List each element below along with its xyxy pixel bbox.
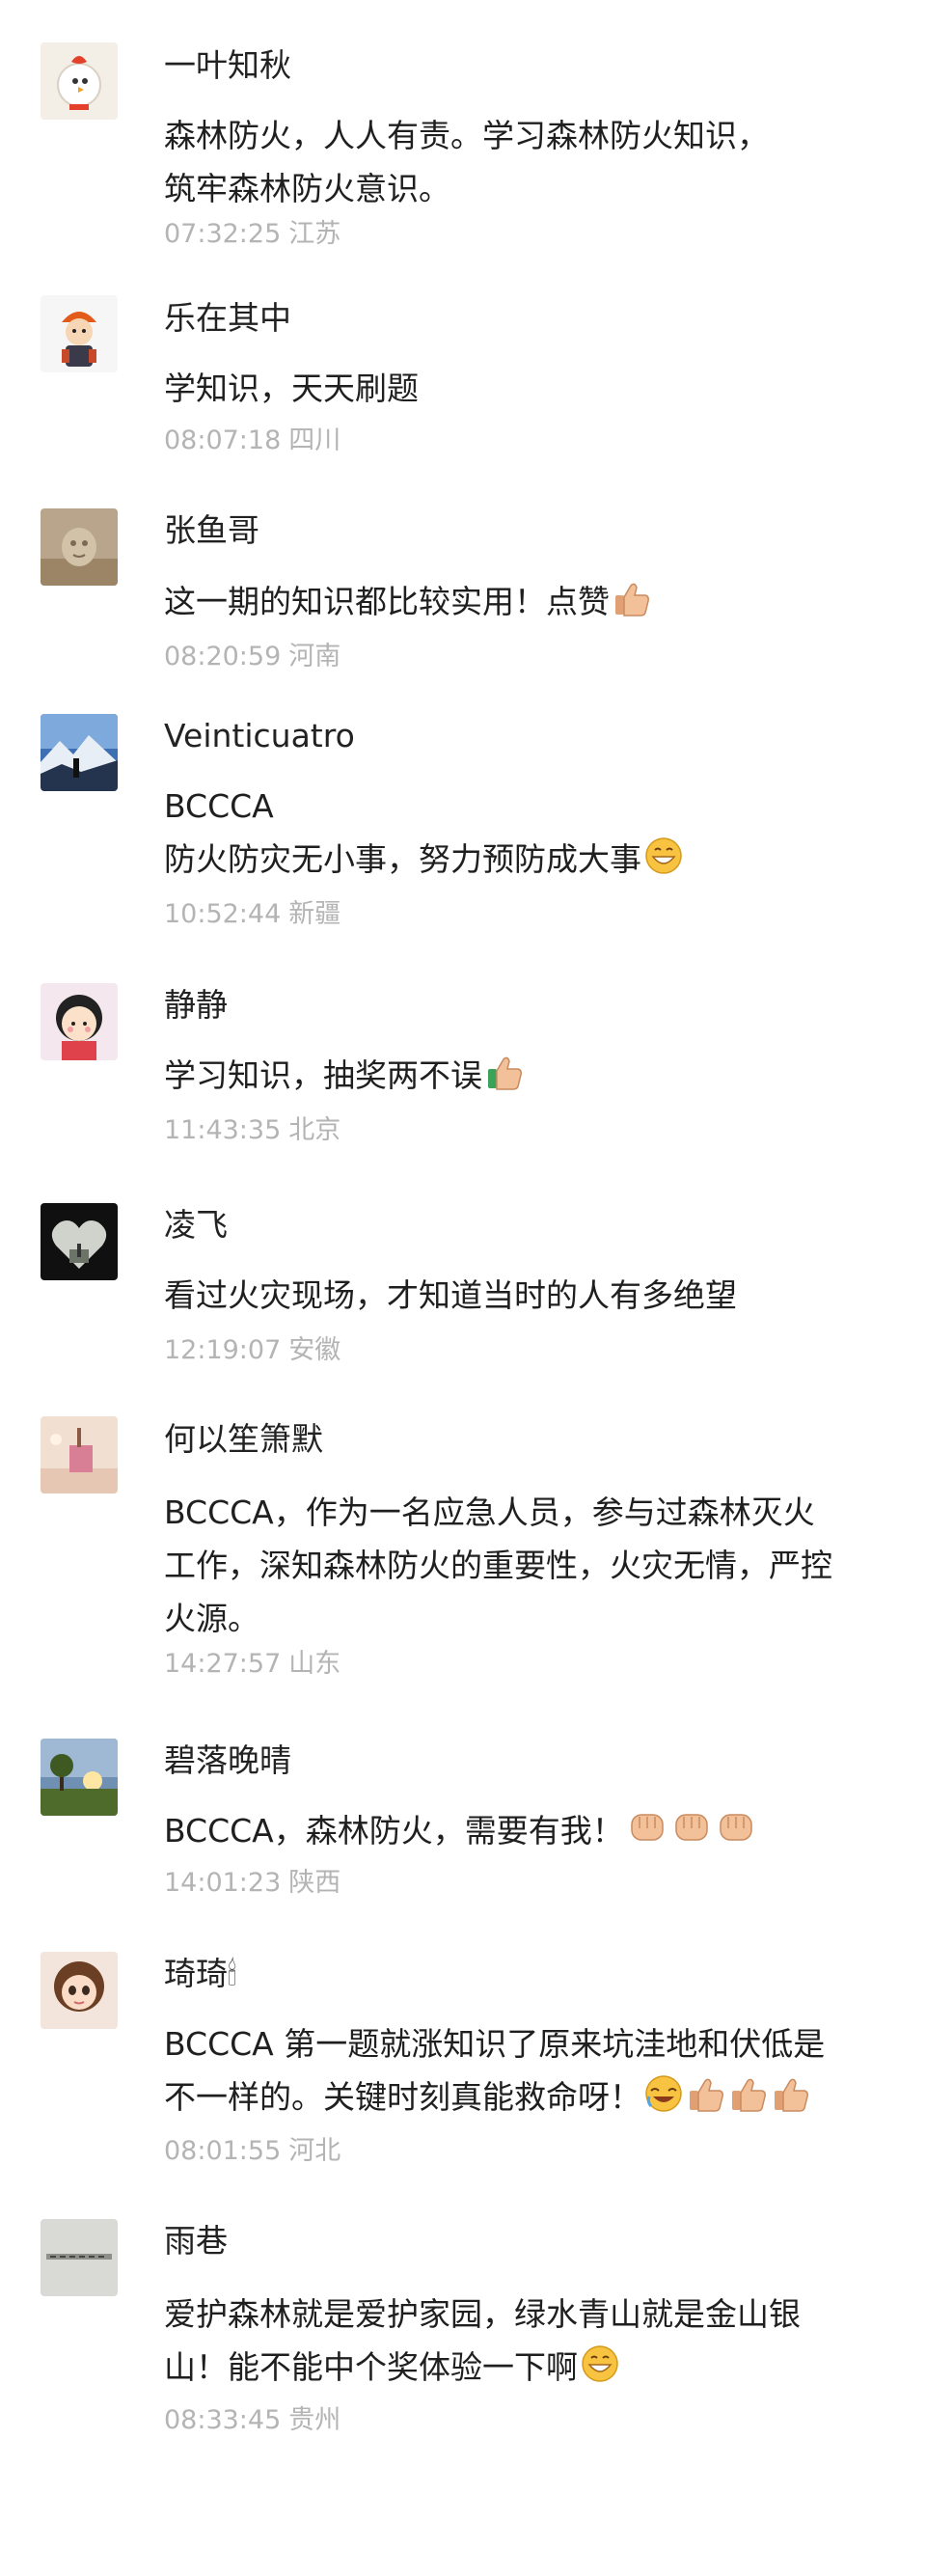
comment-meta: 07:32:25 江苏 [164,218,340,251]
comment-text: BCCCA 第一题就涨知识了原来坑洼地和伏低是 不一样的。关键时刻真能救命呀！ [164,2017,897,2124]
comment-text: 学习知识，抽奖两不误 [164,1049,897,1102]
comment-location: 山东 [288,1649,341,1679]
comment-text-line: 森林防火，人人有责。学习森林防火知识， [164,117,769,154]
user-name[interactable]: 张鱼哥 [164,511,259,550]
grin-emoji-icon [643,836,684,876]
user-name[interactable]: 琦琦🕯 [164,1955,236,1993]
comment-time: 08:33:45 [164,2405,282,2435]
user-name[interactable]: Veinticuatro [164,717,355,755]
comment-text-line: 山！能不能中个奖体验一下啊 [164,2341,897,2394]
comment-text-line: BCCCA [164,787,274,825]
cartoon-character-avatar[interactable] [41,295,118,372]
user-name[interactable]: 一叶知秋 [164,46,291,85]
girl-cartoon-avatar[interactable] [41,983,118,1060]
comment-text-line-text: 学习知识，抽奖两不误 [164,1056,482,1094]
comment-location: 贵州 [288,2405,341,2435]
comment-meta: 11:43:35 北京 [164,1114,340,1147]
comment-location: 新疆 [288,899,341,929]
comment-meta: 08:20:59 河南 [164,641,340,673]
comment-text-line: 筑牢森林防火意识。 [164,170,450,207]
comment-time: 14:01:23 [164,1868,282,1898]
fist-icon [715,1807,757,1848]
comment-text-line-text: BCCCA，森林防火，需要有我！ [164,1812,624,1850]
comment-time: 12:19:07 [164,1335,282,1365]
comment-list: 一叶知秋 森林防火，人人有责。学习森林防火知识， 筑牢森林防火意识。 07:32… [0,0,926,2576]
grin-emoji-icon [580,2343,620,2384]
comment-text-line-text: 这一期的知识都比较实用！点赞 [164,583,610,620]
comment-text-line-text: 山！能不能中个奖体验一下啊 [164,2348,578,2386]
mountain-sky-avatar[interactable] [41,714,118,791]
comment-text: BCCCA，森林防火，需要有我！ [164,1804,897,1857]
comment-text: BCCCA 防火防灾无小事，努力预防成大事 [164,780,897,886]
thumbs-up-icon [612,578,652,618]
rolling-laugh-icon [643,2073,684,2114]
sunset-tree-avatar[interactable] [41,1739,118,1816]
thumbs-up-icon [771,2073,811,2114]
comment-text: 学知识，天天刷题 [164,362,897,415]
thumbs-up-icon [728,2073,769,2114]
sand-sculpture-avatar[interactable] [41,508,118,586]
comment-text-line: 工作，深知森林防火的重要性，火灾无情，严控 [164,1547,832,1584]
comment-meta: 14:27:57 山东 [164,1648,340,1681]
comment-meta: 10:52:44 新疆 [164,898,340,931]
comment-meta: 14:01:23 陕西 [164,1867,340,1900]
comment-location: 河北 [288,2136,341,2166]
comment-time: 08:01:55 [164,2136,282,2166]
comment-time: 07:32:25 [164,219,282,249]
comment-meta: 08:01:55 河北 [164,2135,340,2168]
comment-time: 11:43:35 [164,1115,282,1145]
comment-text: 爱护森林就是爱护家园，绿水青山就是金山银 山！能不能中个奖体验一下啊 [164,2288,897,2394]
comment-text-line: 这一期的知识都比较实用！点赞 [164,575,897,628]
comment-text-line: BCCCA，森林防火，需要有我！ [164,1804,897,1857]
heart-silhouette-avatar[interactable] [41,1203,118,1280]
comment-location: 北京 [288,1115,341,1145]
comment-text-line: 不一样的。关键时刻真能救命呀！ [164,2070,897,2124]
comment-location: 河南 [288,642,341,671]
comment-text: 森林防火，人人有责。学习森林防火知识， 筑牢森林防火意识。 [164,109,897,215]
comment-text-line: 看过火灾现场，才知道当时的人有多绝望 [164,1276,737,1314]
fist-icon [670,1807,713,1848]
comment-text-line-text: 防火防灾无小事，努力预防成大事 [164,840,641,878]
comment-text-line-text: 不一样的。关键时刻真能救命呀！ [164,2078,641,2116]
comment-location: 四川 [288,425,341,455]
comment-meta: 08:33:45 贵州 [164,2404,340,2437]
comment-location: 安徽 [288,1335,341,1365]
user-name[interactable]: 碧落晚晴 [164,1741,291,1780]
user-name[interactable]: 何以笙箫默 [164,1420,323,1459]
user-name[interactable]: 凌飞 [164,1206,228,1245]
calligraphy-avatar[interactable] [41,2219,118,2296]
comment-meta: 08:07:18 四川 [164,425,340,457]
comment-time: 14:27:57 [164,1649,282,1679]
user-name[interactable]: 乐在其中 [164,299,291,338]
comment-time: 08:20:59 [164,642,282,671]
comment-text-line: BCCCA，作为一名应急人员，参与过森林灭火 [164,1494,815,1531]
comment-text: 这一期的知识都比较实用！点赞 [164,575,897,628]
thumbs-up-icon [686,2073,726,2114]
comment-location: 江苏 [288,219,341,249]
comment-text-line: 学知识，天天刷题 [164,370,419,407]
comment-text-line: 防火防灾无小事，努力预防成大事 [164,833,897,886]
fist-icon [626,1807,668,1848]
comment-text-line: 火源。 [164,1600,259,1637]
user-name[interactable]: 雨巷 [164,2222,228,2261]
thumbs-up-green-icon [484,1052,525,1092]
doll-girl-avatar[interactable] [41,1952,118,2029]
rooster-cartoon-avatar[interactable] [41,42,118,120]
user-name[interactable]: 静静 [164,986,228,1025]
comment-meta: 12:19:07 安徽 [164,1334,340,1367]
comment-text: BCCCA，作为一名应急人员，参与过森林灭火 工作，深知森林防火的重要性，火灾无… [164,1486,897,1645]
comment-time: 10:52:44 [164,899,282,929]
pink-room-avatar[interactable] [41,1416,118,1494]
comment-text-line: BCCCA 第一题就涨知识了原来坑洼地和伏低是 [164,2025,826,2063]
comment-time: 08:07:18 [164,425,282,455]
comment-text-line: 爱护森林就是爱护家园，绿水青山就是金山银 [164,2295,801,2333]
comment-text: 看过火灾现场，才知道当时的人有多绝望 [164,1269,897,1322]
comment-location: 陕西 [288,1868,341,1898]
comment-text-line: 学习知识，抽奖两不误 [164,1049,897,1102]
